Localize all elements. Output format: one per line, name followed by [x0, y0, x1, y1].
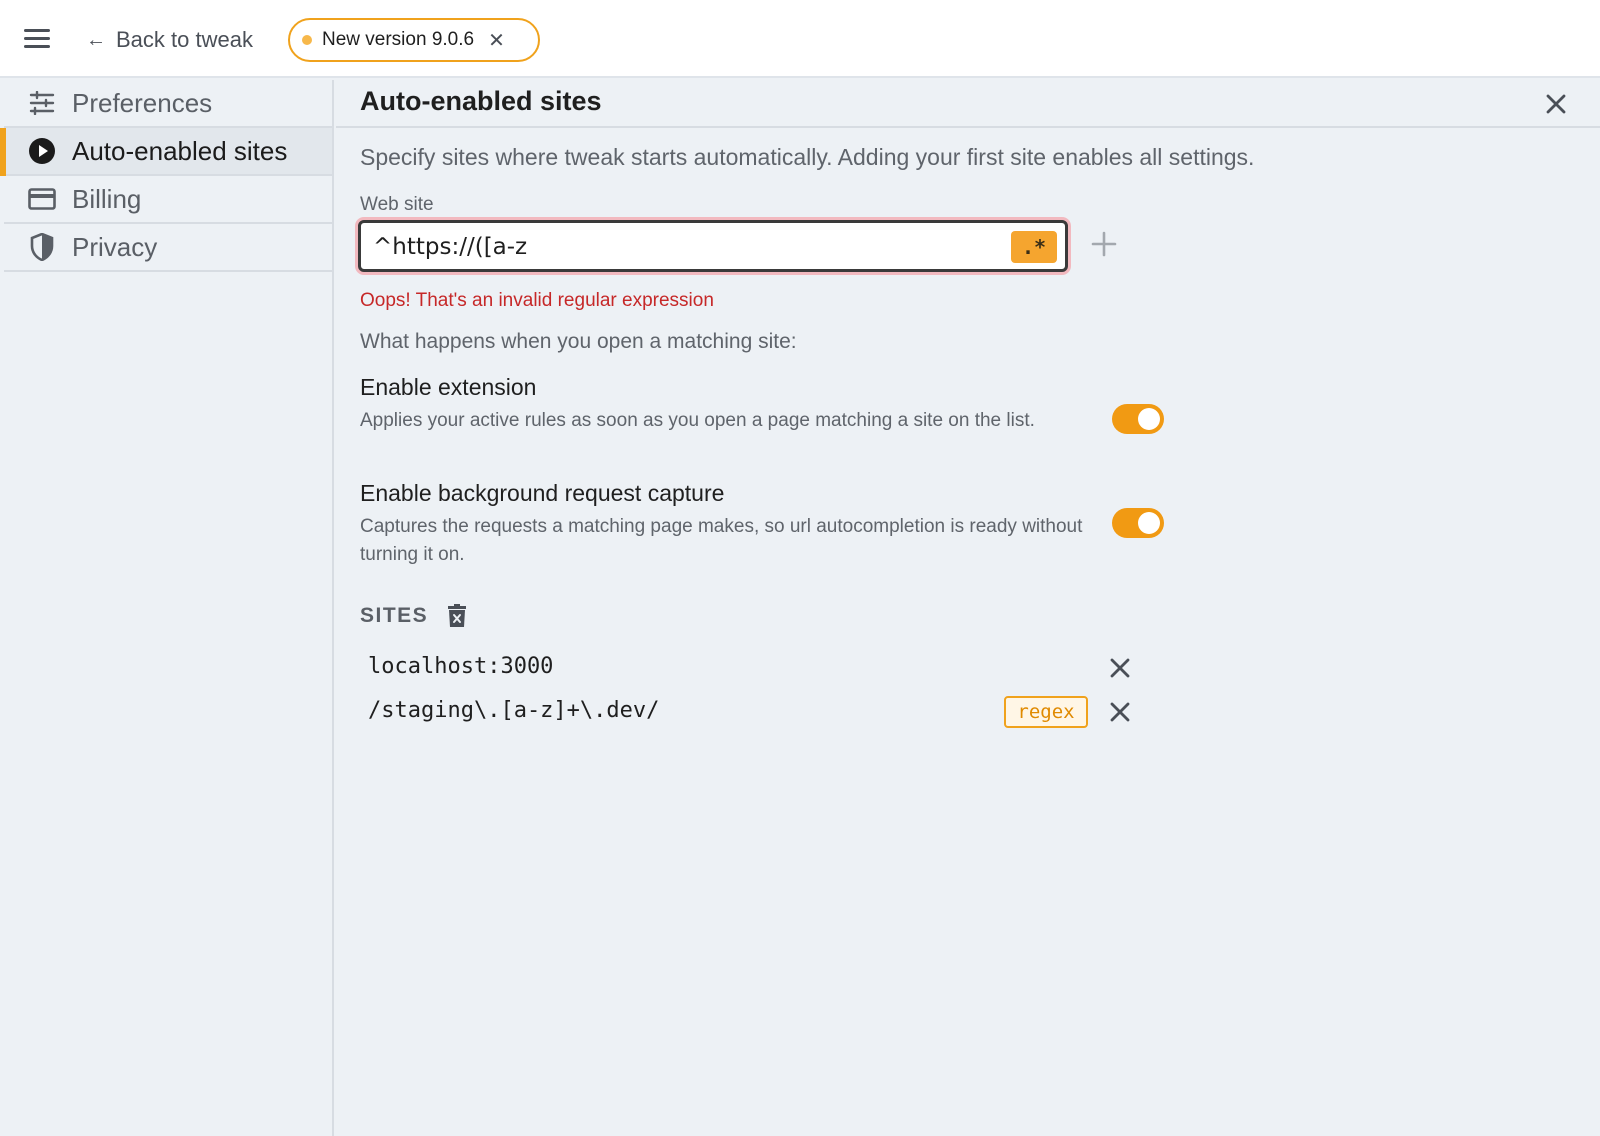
- status-dot-icon: [302, 35, 312, 45]
- sidebar-item-label: Billing: [72, 183, 142, 214]
- sites-heading: SITES: [360, 604, 468, 628]
- enable-extension-toggle[interactable]: [1112, 404, 1164, 434]
- trash-icon[interactable]: [446, 604, 468, 628]
- version-label: New version 9.0.6: [322, 29, 475, 50]
- play-circle-icon: [28, 137, 56, 165]
- validation-error: Oops! That's an invalid regular expressi…: [360, 290, 714, 311]
- hamburger-menu-icon[interactable]: [22, 26, 52, 52]
- sliders-icon: [28, 89, 56, 117]
- setting-title: Enable extension: [360, 374, 537, 400]
- top-bar: ← Back to tweak New version 9.0.6 ✕: [0, 0, 1600, 78]
- credit-card-icon: [28, 185, 56, 213]
- remove-site-icon[interactable]: [1108, 656, 1132, 680]
- site-list-item: localhost:3000: [368, 650, 1148, 690]
- setting-background-capture: Enable background request capture Captur…: [360, 480, 1100, 569]
- sidebar-item-billing[interactable]: Billing: [4, 176, 332, 224]
- setting-enable-extension: Enable extension Applies your active rul…: [360, 374, 1100, 435]
- site-url: localhost:3000: [368, 654, 554, 679]
- setting-description: Captures the requests a matching page ma…: [360, 516, 1083, 565]
- sidebar-item-label: Preferences: [72, 87, 213, 118]
- site-list-item: /staging\.[a-z]+\.dev/ regex: [368, 694, 1148, 734]
- sidebar-item-label: Privacy: [72, 231, 158, 262]
- sidebar-item-auto-enabled-sites[interactable]: Auto-enabled sites: [0, 128, 332, 176]
- new-version-badge[interactable]: New version 9.0.6 ✕: [288, 18, 540, 62]
- panel-header: Auto-enabled sites: [336, 80, 1600, 128]
- sidebar-item-privacy[interactable]: Privacy: [4, 224, 332, 272]
- web-site-label: Web site: [360, 194, 434, 215]
- regex-badge: regex: [1004, 696, 1088, 728]
- web-site-input[interactable]: [373, 231, 993, 263]
- arrow-left-icon: ←: [86, 28, 106, 51]
- page-description: Specify sites where tweak starts automat…: [360, 144, 1255, 170]
- web-site-field: .*: [358, 220, 1068, 272]
- sidebar-item-preferences[interactable]: Preferences: [4, 80, 332, 128]
- toggle-knob: [1138, 408, 1160, 430]
- main-panel: Auto-enabled sites Specify sites where t…: [336, 80, 1600, 1136]
- matching-site-heading: What happens when you open a matching si…: [360, 330, 797, 353]
- sites-label: SITES: [360, 604, 429, 627]
- sidebar: Preferences Auto-enabled sites Billing P…: [0, 80, 334, 1136]
- regex-toggle-button[interactable]: .*: [1011, 231, 1057, 263]
- shield-icon: [28, 233, 56, 261]
- setting-title: Enable background request capture: [360, 480, 725, 506]
- close-icon[interactable]: [1542, 90, 1570, 118]
- back-link-label: Back to tweak: [116, 27, 253, 52]
- back-to-tweak-link[interactable]: ← Back to tweak: [86, 24, 253, 56]
- page-title: Auto-enabled sites: [360, 86, 602, 116]
- remove-site-icon[interactable]: [1108, 700, 1132, 724]
- setting-description: Applies your active rules as soon as you…: [360, 410, 1035, 431]
- site-url: /staging\.[a-z]+\.dev/: [368, 698, 660, 723]
- toggle-knob: [1138, 512, 1160, 534]
- sidebar-item-label: Auto-enabled sites: [72, 135, 288, 166]
- dismiss-version-icon[interactable]: ✕: [488, 28, 505, 53]
- background-capture-toggle[interactable]: [1112, 508, 1164, 538]
- add-site-icon[interactable]: [1088, 228, 1120, 260]
